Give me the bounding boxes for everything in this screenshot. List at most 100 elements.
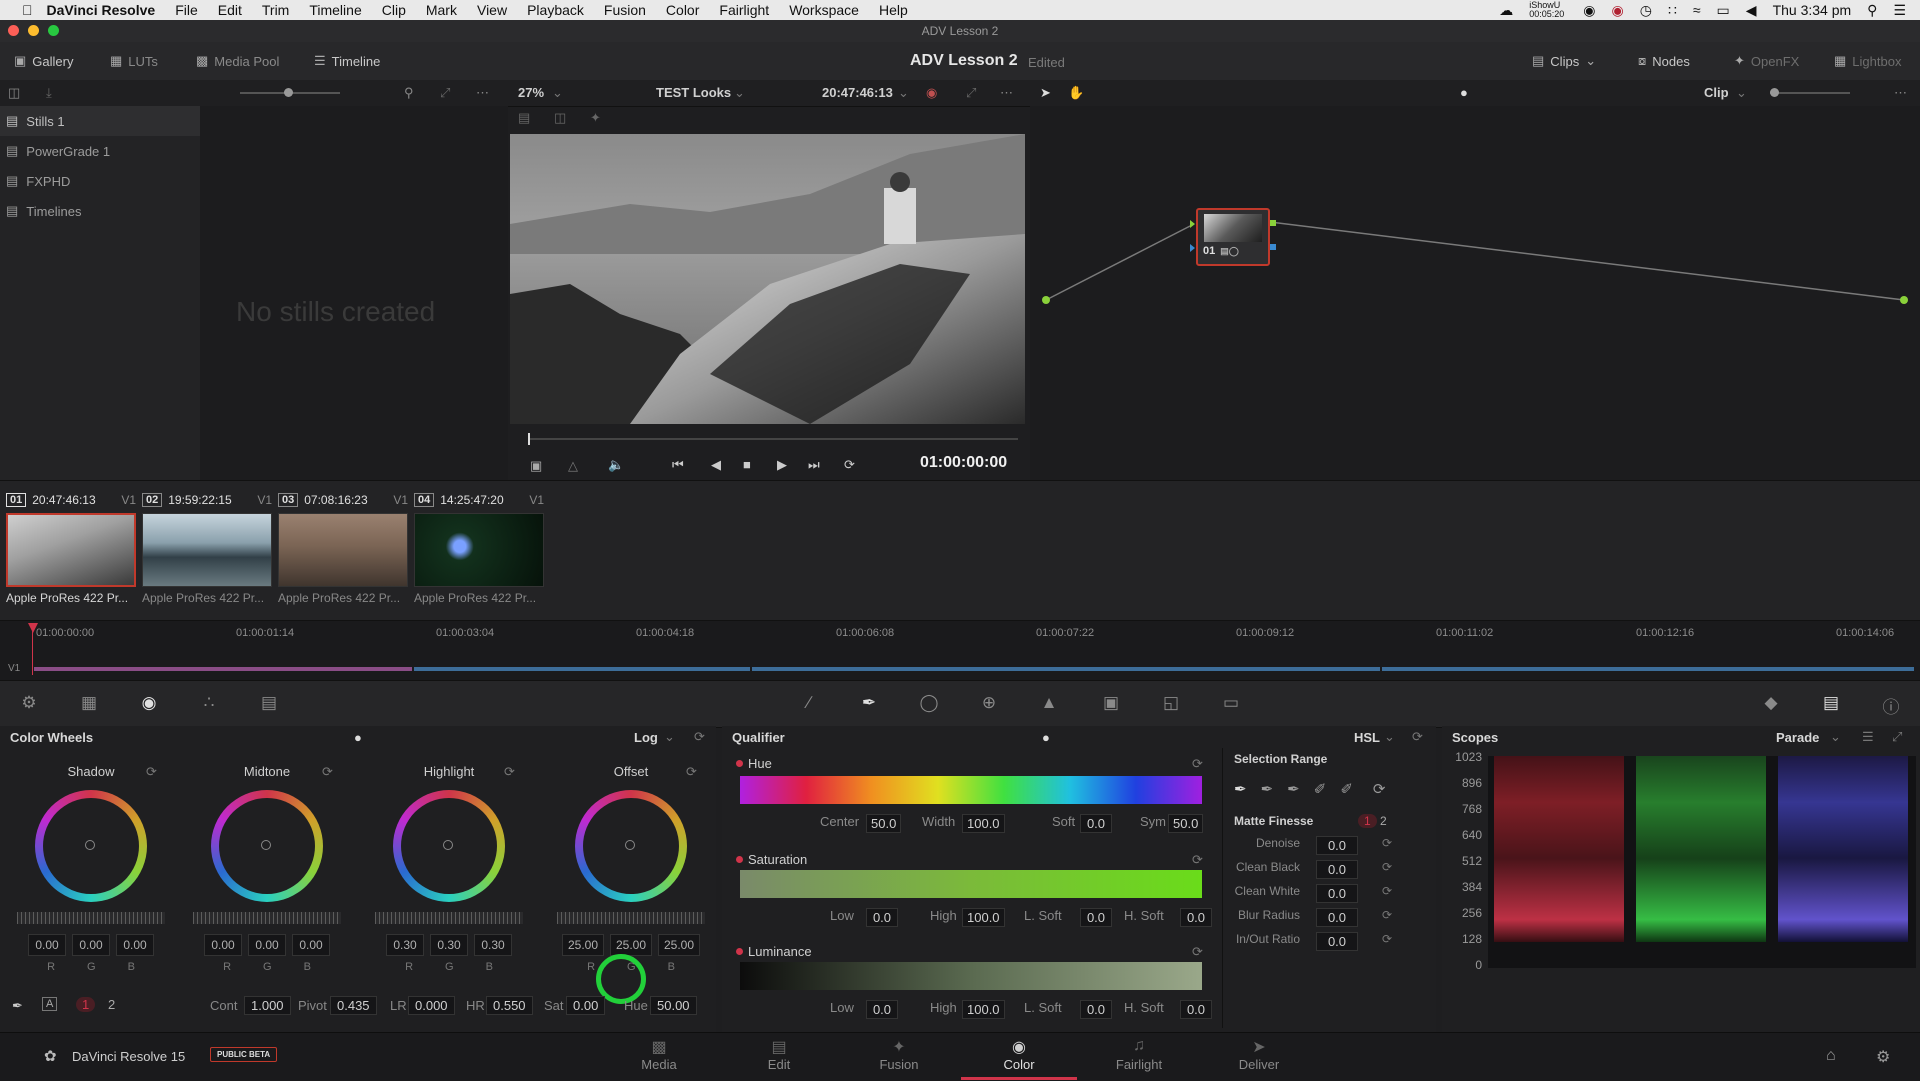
scope-expand-icon[interactable]: ⤢ xyxy=(1892,729,1902,745)
menu-file[interactable]: File xyxy=(175,2,198,18)
clip-thumbnail-04[interactable]: 04 14:25:47:20 V1 Apple ProRes 422 Pr... xyxy=(414,491,544,605)
lsoft-value[interactable]: 0.0 xyxy=(1080,908,1112,927)
spotlight-icon[interactable]: ⚲ xyxy=(1867,2,1877,19)
viewer-more-icon[interactable]: ⋯ xyxy=(1000,85,1013,101)
high-value[interactable]: 100.0 xyxy=(962,1000,1005,1019)
wheel-value-g[interactable]: 0.00 xyxy=(72,934,110,956)
node-rgb-input[interactable] xyxy=(1190,220,1195,228)
camera-raw-icon[interactable]: ⚙ xyxy=(18,693,40,715)
node-rgb-output[interactable] xyxy=(1270,220,1276,226)
page-tab-deliver[interactable]: ➤ Deliver xyxy=(1214,1037,1304,1072)
menu-app-name[interactable]: DaVinci Resolve xyxy=(47,2,156,18)
hand-tool-icon[interactable]: ✋ xyxy=(1068,85,1084,101)
ishowu-status[interactable]: iShowU 00:05:20 xyxy=(1529,1,1567,19)
feather-plus-icon[interactable]: ✐ xyxy=(1340,780,1353,798)
menu-fusion[interactable]: Fusion xyxy=(604,2,646,18)
stills-area[interactable] xyxy=(200,106,508,480)
reset-icon[interactable]: ⟳ xyxy=(504,764,515,780)
apple-icon[interactable]:  xyxy=(22,2,33,18)
mini-timeline[interactable]: 01:00:00:00 01:00:01:14 01:00:03:04 01:0… xyxy=(0,620,1920,681)
curves-icon[interactable]: ∕ xyxy=(798,693,820,715)
qualifier-mode-chevron-icon[interactable]: ⌄ xyxy=(1384,729,1395,745)
image-wipe-icon[interactable]: ▤ xyxy=(518,110,530,126)
info-icon[interactable]: ⓘ xyxy=(1880,693,1902,717)
reset-icon[interactable]: ⟳ xyxy=(1192,756,1203,772)
zoom-chevron-icon[interactable]: ⌄ xyxy=(552,85,563,101)
gallery-item-powergrade-1[interactable]: ▤ PowerGrade 1 xyxy=(0,136,200,166)
volume-icon[interactable]: 🔈 xyxy=(608,457,624,473)
qualifier-mode-selector[interactable]: HSL xyxy=(1354,730,1380,745)
menu-color[interactable]: Color xyxy=(666,2,699,18)
time-machine-icon[interactable]: ◷ xyxy=(1640,2,1652,19)
node-key-output[interactable] xyxy=(1270,244,1276,250)
wheel-puck[interactable] xyxy=(443,840,453,850)
airplay-icon[interactable]: ▭ xyxy=(1717,2,1730,19)
reset-icon[interactable]: ⟳ xyxy=(1192,852,1203,868)
bluetooth-icon[interactable]: ∷ xyxy=(1668,2,1677,19)
volume-icon[interactable]: ◀ xyxy=(1746,2,1757,19)
menu-clock[interactable]: Thu 3:34 pm xyxy=(1773,2,1852,18)
luminance-enable-dot[interactable] xyxy=(736,948,743,955)
mf-page-1-button[interactable]: 1 xyxy=(1358,814,1377,828)
wheel-value-b[interactable]: 0.00 xyxy=(116,934,154,956)
sym-value[interactable]: 50.0 xyxy=(1168,814,1204,833)
timecode-chevron-icon[interactable]: ⌄ xyxy=(898,85,909,101)
master-wheel[interactable] xyxy=(17,912,165,924)
media-pool-button[interactable]: ▩ Media Pool xyxy=(196,51,279,71)
mf-value[interactable]: 0.0 xyxy=(1316,836,1358,855)
rgb-mixer-icon[interactable]: ∴ xyxy=(198,693,220,715)
thumbnail-size-slider[interactable] xyxy=(240,88,340,97)
home-icon[interactable]: ⌂ xyxy=(1826,1047,1836,1065)
master-wheel[interactable] xyxy=(193,912,341,924)
wheel-value-g[interactable]: 0.00 xyxy=(248,934,286,956)
reset-icon[interactable]: ⟳ xyxy=(686,764,697,780)
page-tab-fusion[interactable]: ✦ Fusion xyxy=(854,1037,944,1072)
sizing-icon[interactable]: ◱ xyxy=(1160,693,1182,715)
go-to-start-icon[interactable]: ⏮ xyxy=(672,457,684,473)
mf-value[interactable]: 0.0 xyxy=(1316,884,1358,903)
width-value[interactable]: 100.0 xyxy=(962,814,1005,833)
menu-timeline[interactable]: Timeline xyxy=(309,2,361,18)
layers-icon[interactable]: △ xyxy=(568,458,578,474)
menu-view[interactable]: View xyxy=(477,2,507,18)
mf-value[interactable]: 0.0 xyxy=(1316,908,1358,927)
corrector-node[interactable]: 01 ▤◯ xyxy=(1190,208,1276,266)
clip-thumbnail-01[interactable]: 01 20:47:46:13 V1 Apple ProRes 422 Pr... xyxy=(6,491,136,605)
pointer-tool-icon[interactable]: ➤ xyxy=(1040,85,1051,101)
master-wheel[interactable] xyxy=(375,912,523,924)
record-icon[interactable]: ◉ xyxy=(1612,2,1624,19)
playhead[interactable] xyxy=(528,433,530,445)
page-tab-edit[interactable]: ▤ Edit xyxy=(734,1037,824,1072)
low-value[interactable]: 0.0 xyxy=(866,1000,898,1019)
tracker-icon[interactable]: ⊕ xyxy=(978,693,1000,715)
page-1-button[interactable]: 1 xyxy=(76,997,96,1012)
saturation-enable-dot[interactable] xyxy=(736,856,743,863)
low-value[interactable]: 0.0 xyxy=(866,908,898,927)
node-mode-selector[interactable]: Clip xyxy=(1704,85,1729,100)
picker-minus-icon[interactable]: ✒ xyxy=(1261,780,1274,798)
wheels-mode-chevron-icon[interactable]: ⌄ xyxy=(664,729,675,745)
cloud-icon[interactable]: ☁ xyxy=(1499,2,1513,19)
hue-enable-dot[interactable] xyxy=(736,760,743,767)
soft-value[interactable]: 0.0 xyxy=(1080,814,1112,833)
reset-icon[interactable]: ⟳ xyxy=(1382,908,1392,922)
high-value[interactable]: 100.0 xyxy=(962,908,1005,927)
wheel-value-r[interactable]: 0.30 xyxy=(386,934,424,956)
page-2-button[interactable]: 2 xyxy=(108,997,115,1012)
download-icon[interactable]: ⤓ xyxy=(46,85,52,101)
wheels-mode-selector[interactable]: Log xyxy=(634,730,658,745)
wifi-icon[interactable]: ≈ xyxy=(1693,2,1701,18)
scopes-icon[interactable]: ▤ xyxy=(1820,693,1842,715)
more-options-icon[interactable]: ⋯ xyxy=(476,85,489,101)
wheel-value-g[interactable]: 25.00 xyxy=(610,934,652,956)
node-editor[interactable]: 01 ▤◯ xyxy=(1030,106,1920,480)
blur-icon[interactable]: ▲ xyxy=(1038,693,1060,715)
mf-page-2-button[interactable]: 2 xyxy=(1380,814,1387,828)
clip-thumbnail-03[interactable]: 03 07:08:16:23 V1 Apple ProRes 422 Pr... xyxy=(278,491,408,605)
timeline-chevron-icon[interactable]: ⌄ xyxy=(734,85,745,101)
node-key-input[interactable] xyxy=(1190,244,1195,252)
mf-value[interactable]: 0.0 xyxy=(1316,860,1358,879)
scope-settings-icon[interactable]: ☰ xyxy=(1862,729,1874,745)
nodes-button[interactable]: ⧇ Nodes xyxy=(1638,51,1690,71)
qualifier-page-dot-icon[interactable]: ● xyxy=(1042,730,1050,745)
